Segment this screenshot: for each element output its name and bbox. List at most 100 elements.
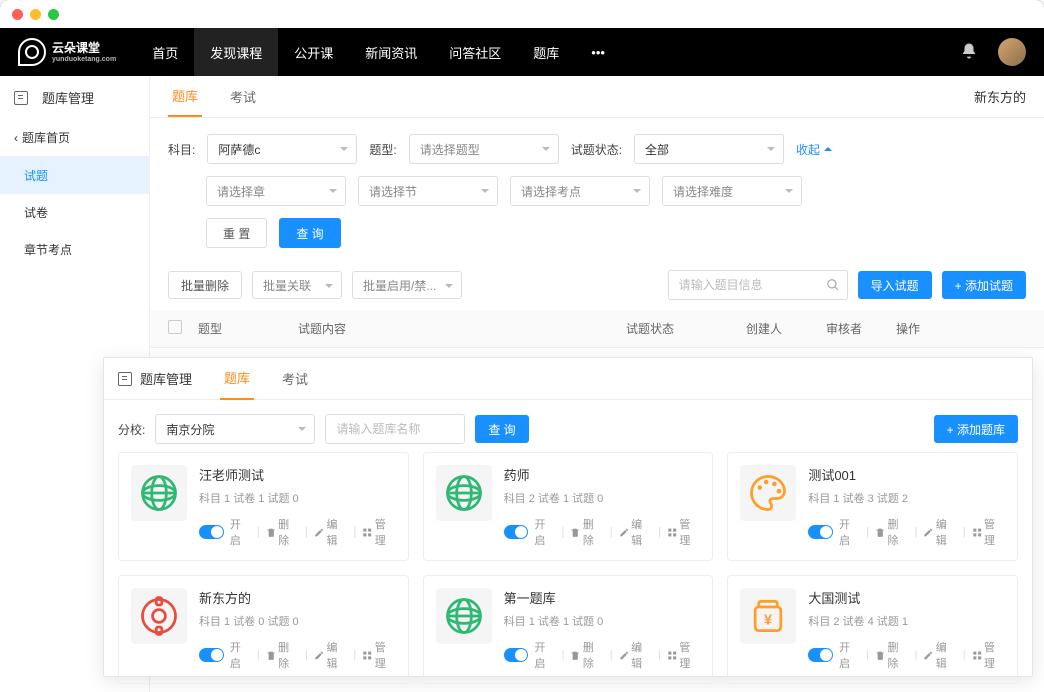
filters: 科目: 阿萨德c 题型: 请选择题型 试题状态: 全部 收起 请选择章 请选择节…: [150, 118, 1044, 248]
status-label: 试题状态:: [571, 141, 622, 158]
card-delete[interactable]: 删除: [875, 639, 908, 671]
nav-discover[interactable]: 发现课程: [194, 28, 278, 76]
col-reviewer: 审核者: [826, 320, 896, 337]
card-manage[interactable]: 管理: [972, 516, 1005, 548]
card-edit[interactable]: 编辑: [923, 516, 956, 548]
nav-bank[interactable]: 题库: [517, 28, 575, 76]
sidebar-back[interactable]: ‹ 题库首页: [0, 119, 149, 157]
toggle-icon[interactable]: [199, 648, 224, 662]
nav-more[interactable]: •••: [575, 28, 621, 76]
search-icon: [826, 278, 840, 292]
reset-button[interactable]: 重 置: [206, 218, 267, 248]
chevron-left-icon: ‹: [14, 131, 18, 145]
card-meta: 科目 1 试卷 1 试题 0: [199, 490, 396, 506]
nav-home[interactable]: 首页: [136, 28, 194, 76]
card-delete[interactable]: 删除: [570, 639, 603, 671]
card-delete[interactable]: 删除: [875, 516, 908, 548]
w2-query-button[interactable]: 查 询: [475, 415, 528, 443]
batch-relate-select[interactable]: 批量关联: [252, 271, 342, 299]
card-meta: 科目 1 试卷 0 试题 0: [199, 613, 396, 629]
query-button[interactable]: 查 询: [279, 218, 340, 248]
collapse-link[interactable]: 收起: [796, 141, 832, 158]
w2-header: 题库管理 题库 考试: [104, 358, 1032, 400]
add-bank-button[interactable]: + 添加题库: [934, 415, 1018, 443]
section-select[interactable]: 请选择节: [358, 176, 498, 206]
card-delete[interactable]: 删除: [266, 639, 299, 671]
card-manage[interactable]: 管理: [362, 516, 395, 548]
svg-text:¥: ¥: [764, 612, 773, 628]
close-icon[interactable]: [12, 9, 23, 20]
card-edit[interactable]: 编辑: [923, 639, 956, 671]
bank-list-window: 题库管理 题库 考试 分校: 南京分院 查 询 + 添加题库 汪老师测试科目 1…: [103, 357, 1033, 677]
bank-name: 新东方的: [974, 87, 1026, 106]
subject-label: 科目:: [168, 141, 195, 158]
w2-tab-bank[interactable]: 题库: [220, 357, 254, 400]
card-manage[interactable]: 管理: [362, 639, 395, 671]
notification-icon[interactable]: [960, 42, 978, 62]
nav-news[interactable]: 新闻资讯: [349, 28, 433, 76]
point-select[interactable]: 请选择考点: [510, 176, 650, 206]
toggle-icon[interactable]: [808, 648, 833, 662]
card-title: 大国测试: [808, 588, 1005, 607]
bank-search-input[interactable]: [325, 414, 465, 444]
maximize-icon[interactable]: [48, 9, 59, 20]
card-edit[interactable]: 编辑: [314, 639, 347, 671]
batch-enable-select[interactable]: 批量启用/禁...: [352, 271, 462, 299]
col-ops: 操作: [896, 320, 1026, 337]
card-manage[interactable]: 管理: [972, 639, 1005, 671]
avatar[interactable]: [998, 38, 1026, 66]
card-edit[interactable]: 编辑: [619, 516, 652, 548]
card-manage[interactable]: 管理: [667, 516, 700, 548]
logo-title: 云朵课堂: [52, 42, 116, 54]
logo[interactable]: 云朵课堂 yunduoketang.com: [18, 38, 116, 66]
type-select[interactable]: 请选择题型: [409, 134, 559, 164]
card-meta: 科目 2 试卷 4 试题 1: [808, 613, 1005, 629]
subject-select[interactable]: 阿萨德c: [207, 134, 357, 164]
import-button[interactable]: 导入试题: [858, 271, 932, 299]
minimize-icon[interactable]: [30, 9, 41, 20]
tab-exam[interactable]: 考试: [226, 77, 260, 116]
difficulty-select[interactable]: 请选择难度: [662, 176, 802, 206]
card-icon: [436, 588, 492, 644]
toggle-icon[interactable]: [808, 525, 833, 539]
search-input[interactable]: [668, 270, 848, 300]
bank-card[interactable]: 药师科目 2 试卷 1 试题 0开启|删除|编辑|管理: [423, 452, 714, 561]
bank-card[interactable]: 新东方的科目 1 试卷 0 试题 0开启|删除|编辑|管理: [118, 575, 409, 684]
branch-select[interactable]: 南京分院: [155, 414, 315, 444]
card-title: 第一题库: [504, 588, 701, 607]
card-meta: 科目 2 试卷 1 试题 0: [504, 490, 701, 506]
bank-card[interactable]: 测试001科目 1 试卷 3 试题 2开启|删除|编辑|管理: [727, 452, 1018, 561]
card-manage[interactable]: 管理: [667, 639, 700, 671]
tab-bank[interactable]: 题库: [168, 76, 202, 117]
col-status: 试题状态: [626, 320, 746, 337]
nav-qa[interactable]: 问答社区: [433, 28, 517, 76]
bank-card[interactable]: 汪老师测试科目 1 试卷 1 试题 0开启|删除|编辑|管理: [118, 452, 409, 561]
sidebar-item-chapters[interactable]: 章节考点: [0, 231, 149, 268]
card-delete[interactable]: 删除: [266, 516, 299, 548]
card-meta: 科目 1 试卷 1 试题 0: [504, 613, 701, 629]
card-edit[interactable]: 编辑: [314, 516, 347, 548]
add-question-button[interactable]: + 添加试题: [942, 271, 1026, 299]
bank-grid: 汪老师测试科目 1 试卷 1 试题 0开启|删除|编辑|管理药师科目 2 试卷 …: [104, 452, 1032, 684]
bank-icon: [14, 91, 28, 105]
sidebar-item-questions[interactable]: 试题: [0, 157, 149, 194]
toggle-label: 开启: [839, 639, 860, 671]
select-all-checkbox[interactable]: [168, 320, 182, 334]
card-meta: 科目 1 试卷 3 试题 2: [808, 490, 1005, 506]
bank-card[interactable]: 第一题库科目 1 试卷 1 试题 0开启|删除|编辑|管理: [423, 575, 714, 684]
toggle-icon[interactable]: [504, 648, 529, 662]
toggle-label: 开启: [230, 639, 251, 671]
type-label: 题型:: [369, 141, 396, 158]
toggle-icon[interactable]: [199, 525, 224, 539]
sidebar-item-papers[interactable]: 试卷: [0, 194, 149, 231]
w2-tab-exam[interactable]: 考试: [278, 358, 312, 399]
status-select[interactable]: 全部: [634, 134, 784, 164]
toggle-icon[interactable]: [504, 525, 529, 539]
bank-card[interactable]: ¥大国测试科目 2 试卷 4 试题 1开启|删除|编辑|管理: [727, 575, 1018, 684]
card-delete[interactable]: 删除: [570, 516, 603, 548]
chapter-select[interactable]: 请选择章: [206, 176, 346, 206]
card-edit[interactable]: 编辑: [619, 639, 652, 671]
nav-open-course[interactable]: 公开课: [278, 28, 349, 76]
toggle-label: 开启: [534, 639, 555, 671]
batch-delete-button[interactable]: 批量删除: [168, 271, 242, 299]
